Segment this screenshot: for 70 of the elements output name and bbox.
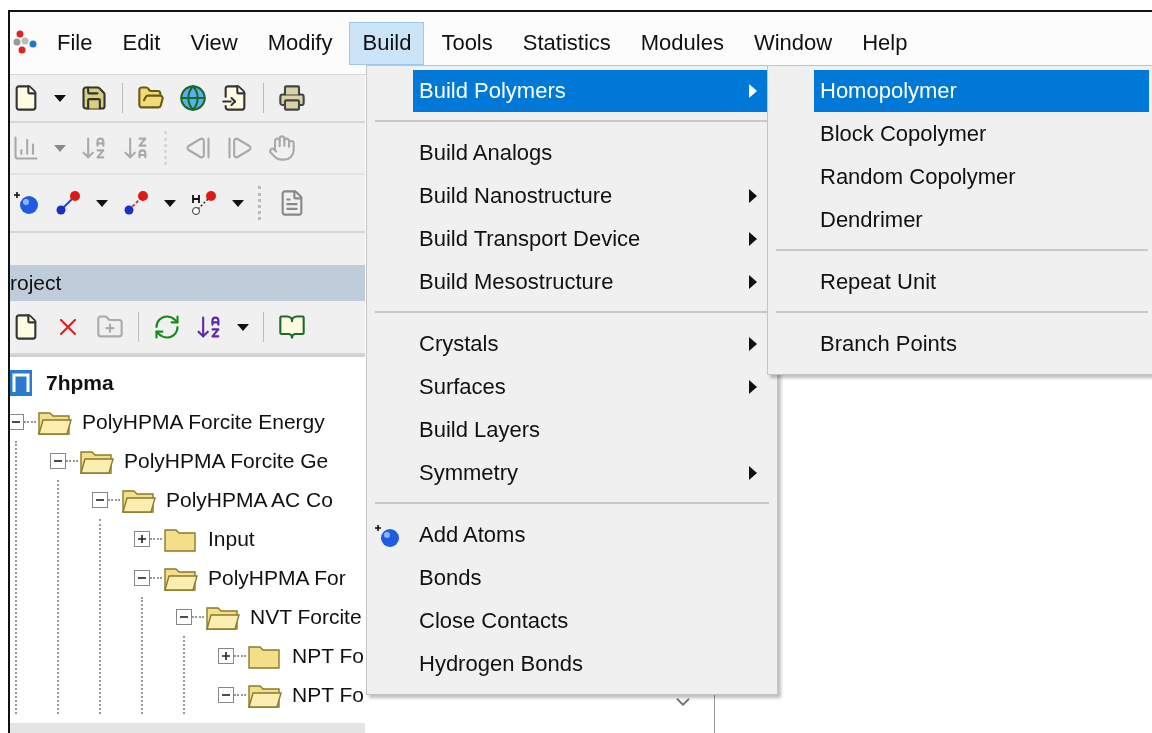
menu-item[interactable]: Repeat Unit xyxy=(814,261,1149,303)
menu-item[interactable]: Crystals xyxy=(413,323,767,365)
caret-icon[interactable] xyxy=(164,199,176,207)
menu-item[interactable]: Random Copolymer xyxy=(814,156,1149,198)
submenu-arrow-icon xyxy=(749,232,757,246)
collapse-icon[interactable] xyxy=(134,569,150,586)
collapse-icon[interactable] xyxy=(218,686,234,703)
bond-icon[interactable] xyxy=(54,189,82,217)
menu-bar-item[interactable]: Help xyxy=(849,21,921,65)
caret-icon[interactable] xyxy=(237,323,249,331)
book-icon[interactable] xyxy=(278,313,306,341)
tree-item[interactable]: 7hpma xyxy=(46,370,114,395)
menu-bar-item[interactable]: File xyxy=(44,21,106,65)
collapse-icon[interactable] xyxy=(92,491,108,508)
menu-bar-item[interactable]: Modules xyxy=(627,21,737,65)
menu-item[interactable]: Bonds xyxy=(413,557,767,599)
atom-icon[interactable] xyxy=(373,523,401,549)
menu-item[interactable]: Build Transport Device xyxy=(413,218,767,260)
menu-item[interactable]: Symmetry xyxy=(413,452,767,494)
menu-item[interactable]: Build Analogs xyxy=(413,132,767,174)
menu-bar-item[interactable]: Statistics xyxy=(509,21,624,65)
caret-icon[interactable] xyxy=(96,199,108,207)
menu-bar-item[interactable]: Edit xyxy=(109,21,174,65)
submenu-arrow-icon xyxy=(749,466,757,480)
menu-item[interactable]: Build Polymers xyxy=(413,70,767,112)
menu-bar-item[interactable]: Build xyxy=(349,21,425,65)
menu-item[interactable]: Surfaces xyxy=(413,366,767,408)
tree-item[interactable]: NPT Fo xyxy=(292,643,364,668)
panel-title: roject xyxy=(10,271,62,295)
menu-item[interactable]: Build Layers xyxy=(413,409,767,451)
tree-item[interactable]: PolyHPMA Forcite Ge xyxy=(124,448,329,473)
menu-item[interactable]: Close Contacts xyxy=(413,600,767,642)
caret-icon[interactable] xyxy=(232,199,244,207)
menu-item[interactable]: Add Atoms xyxy=(413,514,767,556)
printer-icon[interactable] xyxy=(278,84,306,112)
menu-bar-item[interactable]: View xyxy=(177,21,251,65)
menu-bar-item[interactable]: Tools xyxy=(428,21,506,65)
menu-item[interactable]: Build Mesostructure xyxy=(413,261,767,303)
tree-item[interactable]: Input xyxy=(208,526,255,551)
tree-item[interactable]: NVT Forcite xyxy=(250,604,362,629)
horizontal-scrollbar[interactable] xyxy=(10,723,365,733)
submenu-arrow-icon xyxy=(749,275,757,289)
menu-item[interactable]: Hydrogen Bonds xyxy=(413,643,767,685)
menu-item[interactable]: Branch Points xyxy=(814,323,1149,365)
submenu-arrow-icon xyxy=(749,380,757,394)
collapse-icon[interactable] xyxy=(50,452,66,469)
submenu-arrow-icon xyxy=(749,84,757,98)
hydrogen-bond-icon[interactable] xyxy=(190,189,218,217)
submenu-arrow-icon xyxy=(749,337,757,351)
caret-icon[interactable] xyxy=(54,94,66,102)
collapse-icon[interactable] xyxy=(10,413,24,430)
bond-icon[interactable] xyxy=(122,189,150,217)
expand-icon[interactable] xyxy=(134,530,150,547)
add-atom-icon[interactable] xyxy=(12,190,40,216)
tree-item[interactable]: NPT Fo xyxy=(292,682,364,707)
tree-item[interactable]: PolyHPMA AC Co xyxy=(166,487,333,512)
menu-item[interactable]: Dendrimer xyxy=(814,199,1149,241)
tree-item[interactable]: PolyHPMA Forcite Energy xyxy=(82,409,325,434)
save-icon[interactable] xyxy=(80,84,108,112)
menu-bar-item[interactable]: Modify xyxy=(254,21,346,65)
collapse-icon[interactable] xyxy=(176,608,192,625)
menu-item[interactable]: Homopolymer xyxy=(814,70,1149,112)
menu-item[interactable]: Block Copolymer xyxy=(814,113,1149,155)
submenu-arrow-icon xyxy=(749,189,757,203)
menu-bar-item[interactable]: Window xyxy=(740,21,846,65)
globe-icon[interactable] xyxy=(179,84,207,112)
tree-item[interactable]: PolyHPMA For xyxy=(208,565,346,590)
expand-icon[interactable] xyxy=(218,647,234,664)
menu-item[interactable]: Build Nanostructure xyxy=(413,175,767,217)
refresh-icon[interactable] xyxy=(153,313,181,341)
